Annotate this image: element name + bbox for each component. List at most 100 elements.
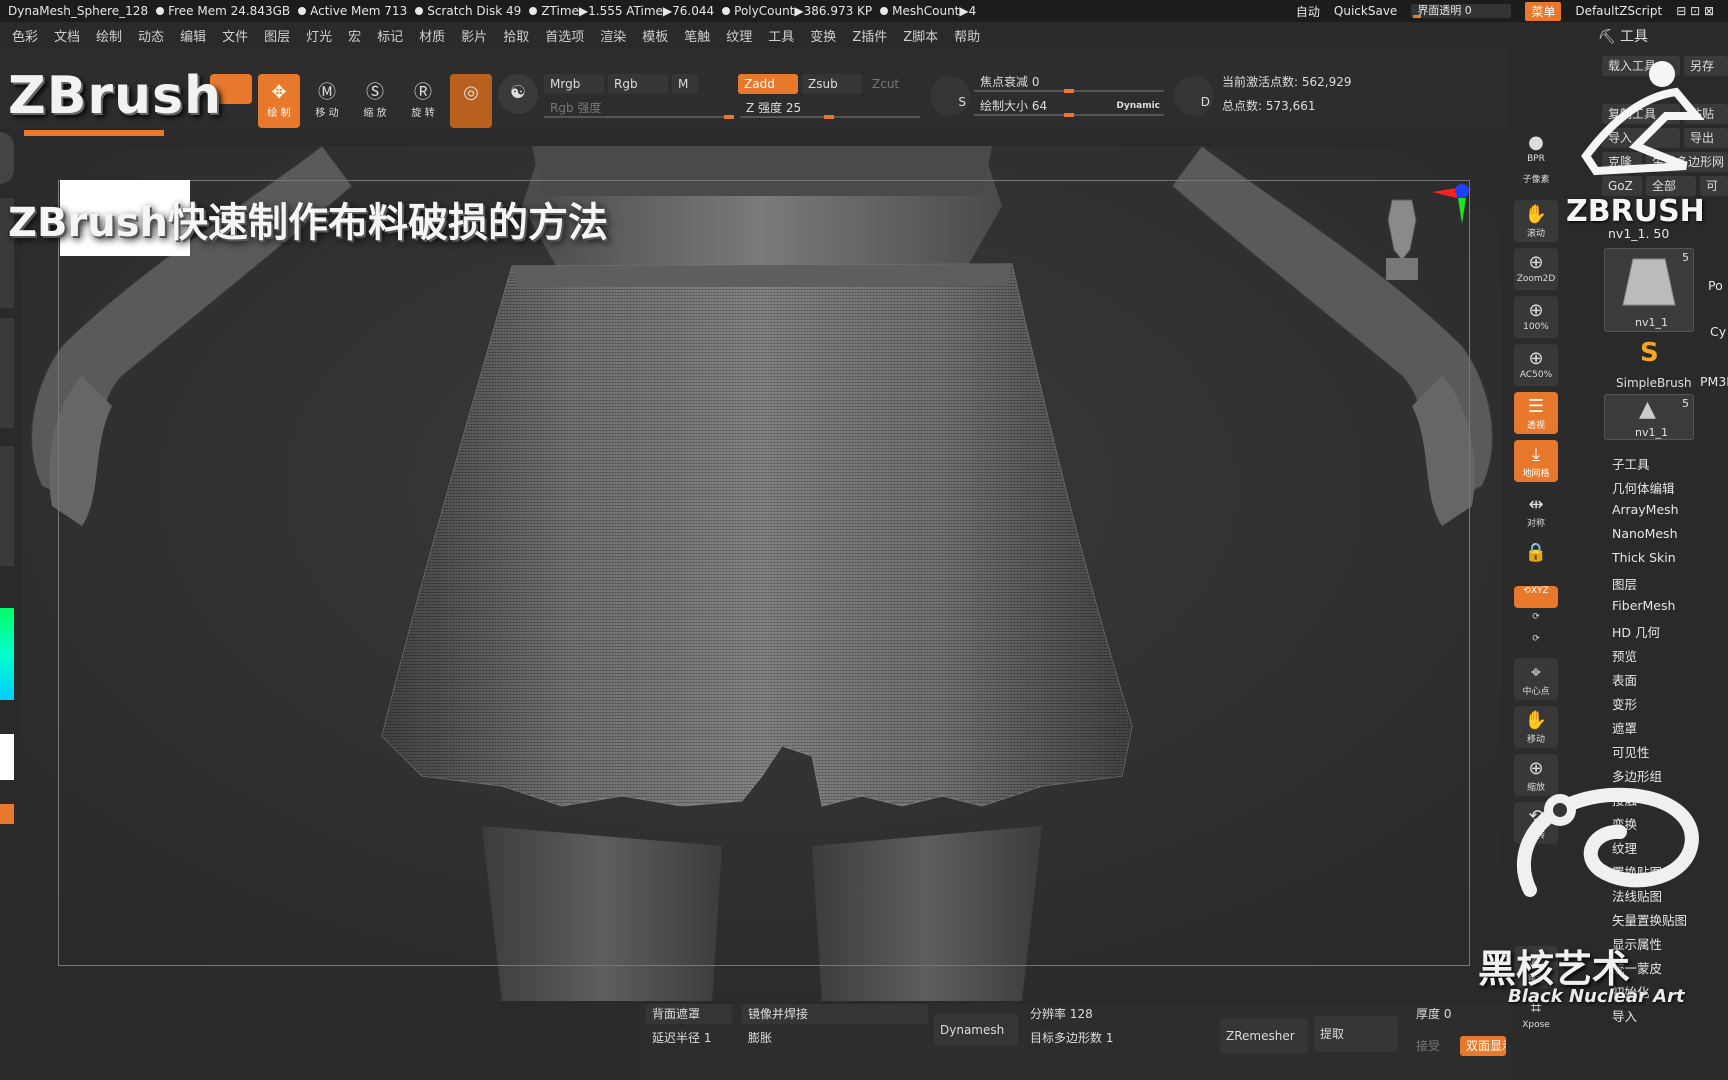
fibermesh-section[interactable]: FiberMesh — [1612, 598, 1675, 613]
menu-draw[interactable]: 绘制 — [96, 26, 122, 45]
menu-material[interactable]: 材质 — [419, 26, 445, 45]
watermark-en: Black Nuclear Art — [1508, 986, 1685, 1007]
menu-preferences[interactable]: 首选项 — [545, 26, 584, 45]
menu-document[interactable]: 文档 — [54, 26, 80, 45]
menu-picker[interactable]: 拾取 — [503, 26, 529, 45]
masking-section[interactable]: 遮罩 — [1612, 718, 1637, 737]
visibility-section[interactable]: 可见性 — [1612, 742, 1650, 761]
delay-radius-slider[interactable]: 延迟半径 1 — [646, 1028, 732, 1048]
subtool-section[interactable]: 子工具 — [1612, 454, 1650, 473]
mrgb-button[interactable]: Mrgb — [544, 74, 604, 94]
zoom100-button[interactable]: ⊕ 100% — [1514, 296, 1558, 338]
ac50-button[interactable]: ⊕ AC50% — [1514, 344, 1558, 386]
import-section[interactable]: 导入 — [1612, 1006, 1637, 1025]
floor-grid-button[interactable]: ⤓ 地网格 — [1514, 440, 1558, 482]
accept-button[interactable]: 接受 — [1410, 1036, 1450, 1056]
lock-button[interactable]: 🔒 — [1514, 538, 1558, 580]
menu-help[interactable]: 帮助 — [954, 26, 980, 45]
z-intensity-slider[interactable]: Z 强度 25 — [740, 98, 920, 119]
rgb-intensity-slider[interactable]: Rgb 强度 — [544, 98, 734, 119]
double-sided-button[interactable]: 双面显示 — [1460, 1036, 1506, 1056]
menu-stencil[interactable]: 模板 — [642, 26, 668, 45]
scale-button[interactable]: Ⓢ 缩 放 — [354, 74, 396, 128]
menu-edit[interactable]: 编辑 — [180, 26, 206, 45]
thickness-slider[interactable]: 厚度 0 — [1410, 1004, 1506, 1024]
rotate-button[interactable]: Ⓡ 旋 转 — [402, 74, 444, 128]
menu-color[interactable]: 色彩 — [12, 26, 38, 45]
script-name: DefaultZScript — [1575, 4, 1663, 18]
surface-section[interactable]: 表面 — [1612, 670, 1637, 689]
navigation-gizmo[interactable] — [1372, 184, 1469, 300]
inflate-slider[interactable]: 膨胀 — [742, 1028, 928, 1048]
arraymesh-section[interactable]: ArrayMesh — [1612, 502, 1679, 517]
menu-stroke[interactable]: 笔触 — [684, 26, 710, 45]
brush-button[interactable]: ◎ — [450, 74, 492, 128]
color-picker[interactable] — [0, 608, 14, 700]
d-button[interactable]: D — [1174, 76, 1214, 116]
draw-button[interactable]: ✥ 绘 制 — [258, 74, 300, 128]
menu-tool[interactable]: 工具 — [768, 26, 794, 45]
menu-button[interactable]: 菜单 — [1525, 1, 1562, 21]
hd-geometry-section[interactable]: HD 几何 — [1612, 622, 1660, 641]
zadd-button[interactable]: Zadd — [738, 74, 798, 94]
menu-movie[interactable]: 影片 — [461, 26, 487, 45]
target-polygons-slider[interactable]: 目标多边形数 1 — [1024, 1028, 1210, 1048]
logo-underline — [24, 130, 164, 136]
left-stroke-slot[interactable] — [0, 318, 14, 428]
geometry-section[interactable]: 几何体编辑 — [1612, 478, 1675, 497]
deformation-section[interactable]: 变形 — [1612, 694, 1637, 713]
secondary-color-swatch[interactable] — [0, 804, 14, 824]
center-button[interactable]: ⌖ 中心点 — [1514, 658, 1558, 700]
scroll-button[interactable]: ✋ 滚动 — [1514, 200, 1558, 242]
zsub-button[interactable]: Zsub — [802, 74, 862, 94]
perspective-button[interactable]: ☰ 透视 — [1514, 392, 1558, 434]
zoom2d-button[interactable]: ⊕ Zoom2D — [1514, 248, 1558, 290]
zcut-button[interactable]: Zcut — [866, 74, 916, 94]
material-button[interactable]: ☯ — [498, 74, 538, 114]
menu-render[interactable]: 渲染 — [600, 26, 626, 45]
subpixel-slider[interactable]: 子像素 — [1514, 172, 1558, 190]
dynamesh-button[interactable]: Dynamesh — [934, 1014, 1018, 1046]
layers-section[interactable]: 图层 — [1612, 574, 1637, 593]
focal-shift-slider[interactable]: 焦点衰减 0 — [974, 72, 1164, 93]
left-material-swatch[interactable] — [0, 132, 14, 184]
resolution-slider[interactable]: 分辨率 128 — [1024, 1004, 1210, 1024]
rgb-button[interactable]: Rgb — [608, 74, 668, 94]
rotate-y-icon[interactable]: ⟳ — [1514, 612, 1558, 632]
menu-marker[interactable]: 标记 — [377, 26, 403, 45]
window-controls-icon[interactable]: ⊟ ⊡ ⊠ — [1676, 4, 1714, 18]
s-button[interactable]: S — [930, 76, 970, 116]
simple-brush-thumb[interactable]: S SimpleBrush — [1604, 338, 1694, 390]
thickskin-section[interactable]: Thick Skin — [1612, 550, 1676, 565]
menu-macro[interactable]: 宏 — [348, 26, 361, 45]
menu-texture[interactable]: 纹理 — [726, 26, 752, 45]
tool-thumb-nv1[interactable]: 5 nv1_1 — [1604, 248, 1694, 332]
m-button[interactable]: M — [672, 74, 698, 94]
main-color-swatch[interactable] — [0, 734, 14, 780]
extract-button[interactable]: 提取 — [1314, 1016, 1398, 1052]
menu-layer[interactable]: 图层 — [264, 26, 290, 45]
nanomesh-section[interactable]: NanoMesh — [1612, 526, 1678, 541]
menu-zplugin[interactable]: Z插件 — [852, 26, 887, 45]
rotate-z-icon[interactable]: ⟳ — [1514, 634, 1558, 654]
draw-size-slider[interactable]: 绘制大小 64 Dynamic — [974, 96, 1164, 117]
quicksave-button[interactable]: QuickSave — [1334, 4, 1397, 18]
xyz-button[interactable]: ⟲XYZ — [1514, 586, 1558, 608]
backface-mask-button[interactable]: 背面遮罩 — [646, 1004, 732, 1024]
bpr-button[interactable]: ● BPR — [1514, 128, 1558, 170]
menu-zscript[interactable]: Z脚本 — [903, 26, 938, 45]
menu-file[interactable]: 文件 — [222, 26, 248, 45]
move-button[interactable]: Ⓜ 移 动 — [306, 74, 348, 128]
menu-movie-dynamic[interactable]: 动态 — [138, 26, 164, 45]
mirror-weld-button[interactable]: 镜像并焊接 — [742, 1004, 928, 1024]
canvas-viewport[interactable] — [22, 146, 1502, 1001]
symmetry-button[interactable]: ⇹ 对称 — [1514, 490, 1558, 532]
menu-light[interactable]: 灯光 — [306, 26, 332, 45]
zremesher-button[interactable]: ZRemesher — [1220, 1018, 1308, 1054]
transparency-slider[interactable]: 界面透明 0 — [1411, 4, 1512, 18]
preview-section[interactable]: 预览 — [1612, 646, 1637, 665]
move-view-button[interactable]: ✋ 移动 — [1514, 706, 1558, 748]
tool-thumb-nv1-b[interactable]: ▲ 5 nv1_1 — [1604, 394, 1694, 440]
menu-transform[interactable]: 变换 — [810, 26, 836, 45]
left-alpha-slot[interactable] — [0, 446, 14, 566]
